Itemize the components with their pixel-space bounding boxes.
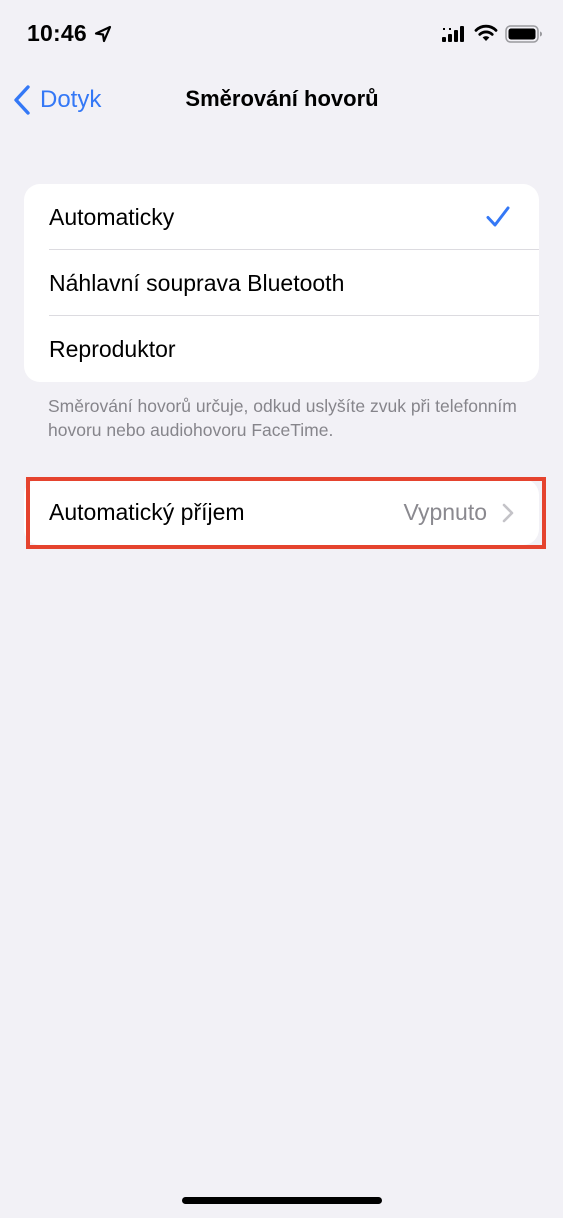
status-bar: 10:46 [0, 0, 563, 70]
auto-answer-row[interactable]: Automatický příjem Vypnuto [24, 479, 539, 545]
routing-option-label: Automaticky [49, 203, 175, 230]
auto-answer-group: Automatický příjem Vypnuto [24, 479, 539, 545]
routing-option-label: Reproduktor [49, 335, 176, 362]
call-routing-group: Automaticky Náhlavní souprava Bluetooth … [24, 184, 539, 382]
routing-footer-note: Směrování hovorů určuje, odkud uslyšíte … [48, 396, 517, 440]
auto-answer-label: Automatický příjem [49, 498, 245, 525]
routing-option-automatic[interactable]: Automaticky [24, 184, 539, 250]
checkmark-icon [486, 206, 510, 227]
battery-icon [505, 25, 542, 43]
page-title: Směrování hovorů [185, 86, 379, 111]
routing-option-speaker[interactable]: Reproduktor [24, 316, 539, 382]
status-time: 10:46 [27, 20, 87, 46]
chevron-right-icon [502, 503, 514, 523]
routing-option-bluetooth-headset[interactable]: Náhlavní souprava Bluetooth [24, 250, 539, 316]
home-indicator [182, 1197, 382, 1204]
routing-option-label: Náhlavní souprava Bluetooth [49, 269, 345, 296]
location-arrow-icon [94, 25, 112, 43]
cellular-signal-icon [442, 26, 464, 42]
auto-answer-value: Vypnuto [403, 498, 487, 525]
wifi-icon [474, 24, 498, 41]
navigation-bar: Dotyk Směrování hovorů [0, 70, 563, 130]
